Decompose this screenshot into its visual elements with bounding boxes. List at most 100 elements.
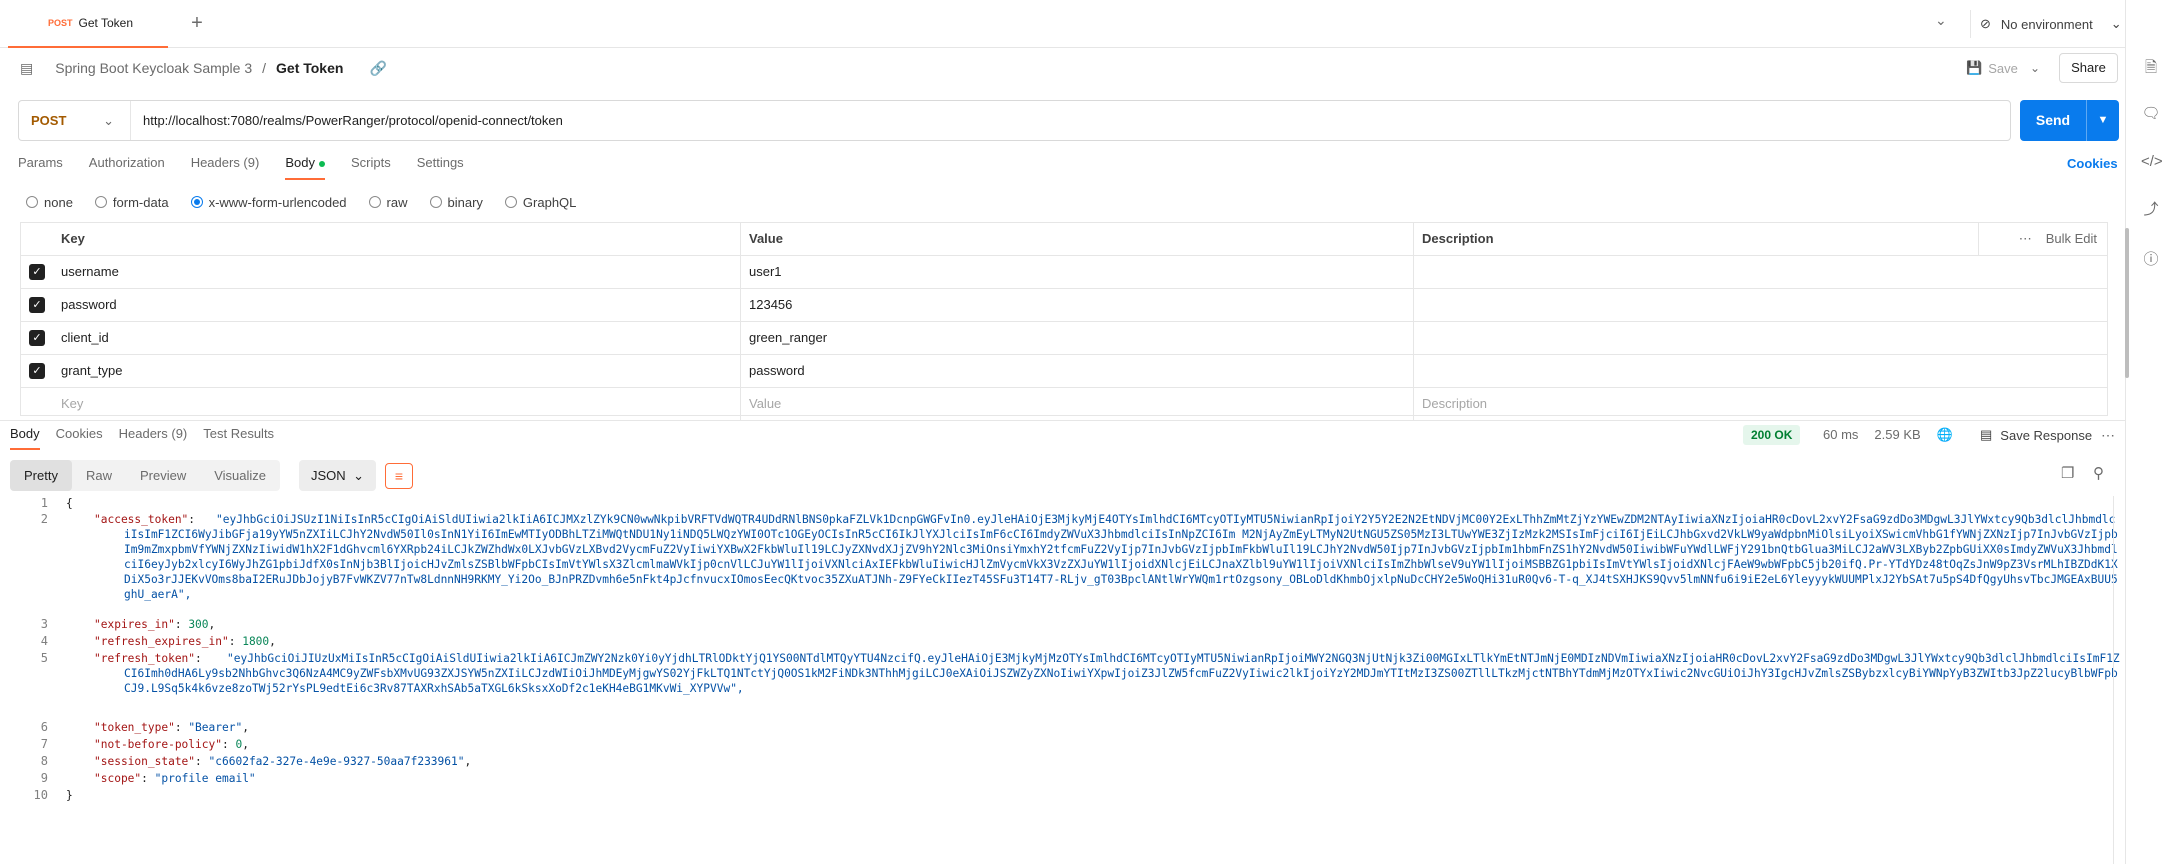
wrap-lines-icon[interactable]: ≡ (385, 463, 413, 489)
view-pretty[interactable]: Pretty (10, 460, 72, 491)
save-label: Save (1988, 60, 2018, 76)
param-description[interactable] (1414, 256, 2107, 288)
new-key-input[interactable]: Key (53, 388, 741, 420)
tab-scripts[interactable]: Scripts (351, 152, 391, 180)
row-checkbox[interactable]: ✓ (29, 363, 45, 379)
row-checkbox[interactable]: ✓ (29, 264, 45, 280)
param-value[interactable]: user1 (741, 256, 1414, 288)
radio-button[interactable] (368, 196, 381, 208)
tab-authorization[interactable]: Authorization (89, 152, 165, 180)
radio-button[interactable] (504, 196, 517, 208)
copy-icon[interactable]: ❐ (2061, 464, 2081, 484)
method-selector[interactable]: POST ⌄ (19, 101, 131, 140)
param-key[interactable]: username (53, 256, 741, 288)
param-value[interactable]: green_ranger (741, 322, 1414, 354)
link-icon[interactable]: 🔗 (369, 60, 386, 77)
breadcrumb-collection[interactable]: Spring Boot Keycloak Sample 3 (55, 60, 252, 76)
network-globe-icon[interactable]: 🌐 (1937, 425, 1953, 445)
json-key-not-before-policy: "not-before-policy" (94, 738, 222, 751)
radio-label: binary (447, 194, 483, 210)
request-tab[interactable]: POST Get Token (8, 0, 168, 48)
response-size[interactable]: 2.59 KB (1874, 425, 1920, 445)
response-time[interactable]: 60 ms (1823, 425, 1858, 445)
url-input[interactable]: http://localhost:7080/realms/PowerRanger… (143, 101, 563, 140)
json-value-session-state: "c6602fa2-327e-4e9e-9327-50aa7f233961" (208, 755, 465, 768)
cookies-link[interactable]: Cookies (2067, 156, 2118, 171)
format-dropdown[interactable]: JSON ⌄ (299, 460, 376, 491)
body-type-raw[interactable]: raw (368, 195, 408, 210)
row-checkbox[interactable]: ✓ (29, 297, 45, 313)
more-options-icon[interactable]: ⋯ (2101, 425, 2115, 445)
json-value-access-token: "eyJhbGciOiJSUzI1NiIsInR5cCIgOiAiSldUIiw… (124, 512, 2120, 602)
info-icon[interactable]: ⓘ (2141, 250, 2161, 270)
breadcrumb-separator: / (262, 60, 267, 76)
table-row: ✓ username user1 (21, 256, 2107, 289)
tab-body[interactable]: Body (285, 152, 325, 180)
view-raw[interactable]: Raw (72, 460, 126, 491)
body-type-binary[interactable]: binary (429, 194, 483, 210)
environment-selector[interactable]: ⊘ No environment ⌄ (1980, 12, 2122, 36)
param-key[interactable]: password (53, 289, 741, 321)
comments-icon[interactable]: 🗨 (2141, 104, 2161, 124)
send-button[interactable]: Send ▼ (2020, 100, 2119, 141)
scrollbar-thumb[interactable] (2125, 228, 2129, 378)
body-type-none[interactable]: none (26, 195, 73, 210)
status-badge[interactable]: 200 OK (1743, 425, 1801, 445)
table-scrollbar[interactable] (2125, 222, 2129, 416)
tab-headers[interactable]: Headers (9) (191, 152, 260, 180)
body-indicator-dot (318, 160, 325, 167)
table-row: ✓ password 123456 (21, 289, 2107, 322)
share-button[interactable]: Share (2059, 53, 2118, 83)
response-tab-test-results[interactable]: Test Results (203, 426, 274, 452)
code-icon[interactable]: </> (2141, 152, 2163, 172)
param-key[interactable]: client_id (53, 322, 741, 354)
breadcrumb-request[interactable]: Get Token (276, 60, 343, 76)
response-body-viewer[interactable]: 1 2 3 4 5 6 7 8 9 10 { "access_token": "… (10, 496, 2120, 864)
view-visualize[interactable]: Visualize (200, 460, 280, 491)
response-tab-body[interactable]: Body (10, 426, 40, 450)
radio-button[interactable] (94, 196, 107, 208)
code-scrollbar[interactable] (2113, 496, 2114, 864)
radio-button-selected[interactable] (190, 196, 203, 208)
tab-settings[interactable]: Settings (417, 152, 464, 180)
new-value-input[interactable]: Value (741, 388, 1414, 420)
json-value-scope: "profile email" (154, 772, 256, 785)
new-param-row: Key Value Description (21, 388, 2107, 421)
response-tab-headers[interactable]: Headers (9) (119, 426, 188, 452)
save-button[interactable]: 💾 Save (1966, 56, 2018, 80)
param-value[interactable]: 123456 (741, 289, 1414, 321)
body-type-urlencoded[interactable]: x-www-form-urlencoded (190, 195, 347, 210)
json-key-scope: "scope" (94, 772, 142, 785)
send-options-chevron-icon[interactable]: ▼ (2086, 100, 2119, 141)
param-value[interactable]: password (741, 355, 1414, 387)
save-options-chevron-icon[interactable]: ⌄ (2030, 56, 2040, 80)
tabs-chevron-down-icon[interactable]: ⌄ (1935, 12, 1947, 29)
radio-button[interactable] (26, 196, 38, 208)
response-tab-cookies[interactable]: Cookies (56, 426, 103, 452)
more-options-icon[interactable]: ⋯ (2019, 223, 2032, 255)
breadcrumb: ▤ Spring Boot Keycloak Sample 3 / Get To… (20, 56, 387, 80)
body-type-graphql[interactable]: GraphQL (504, 195, 576, 210)
documentation-icon[interactable]: 🗎 (2141, 58, 2161, 78)
search-icon[interactable]: ⚲ (2093, 464, 2113, 484)
row-checkbox[interactable]: ✓ (29, 330, 45, 346)
related-collections-icon[interactable]: ⤴ (2141, 200, 2161, 220)
tab-params[interactable]: Params (18, 152, 63, 180)
save-response-button[interactable]: ▤ Save Response (1980, 425, 2092, 445)
tab-bar: POST Get Token + ⌄ ⊘ No environment ⌄ (0, 0, 2125, 48)
radio-button[interactable] (429, 196, 442, 208)
save-response-icon: ▤ (1980, 427, 1993, 442)
bulk-edit-button[interactable]: Bulk Edit (2046, 223, 2097, 255)
json-line: "not-before-policy": 0, (94, 738, 249, 751)
response-divider (0, 420, 2125, 450)
chevron-down-icon: ⌄ (103, 112, 114, 128)
body-type-form-data[interactable]: form-data (94, 195, 169, 210)
param-description[interactable] (1414, 355, 2107, 387)
view-preview[interactable]: Preview (126, 460, 200, 491)
param-key[interactable]: grant_type (53, 355, 741, 387)
param-description[interactable] (1414, 289, 2107, 321)
new-description-input[interactable]: Description (1414, 388, 2107, 420)
response-meta: 60 ms 2.59 KB 🌐 (1823, 425, 1953, 445)
new-tab-button[interactable]: + (185, 12, 209, 36)
param-description[interactable] (1414, 322, 2107, 354)
